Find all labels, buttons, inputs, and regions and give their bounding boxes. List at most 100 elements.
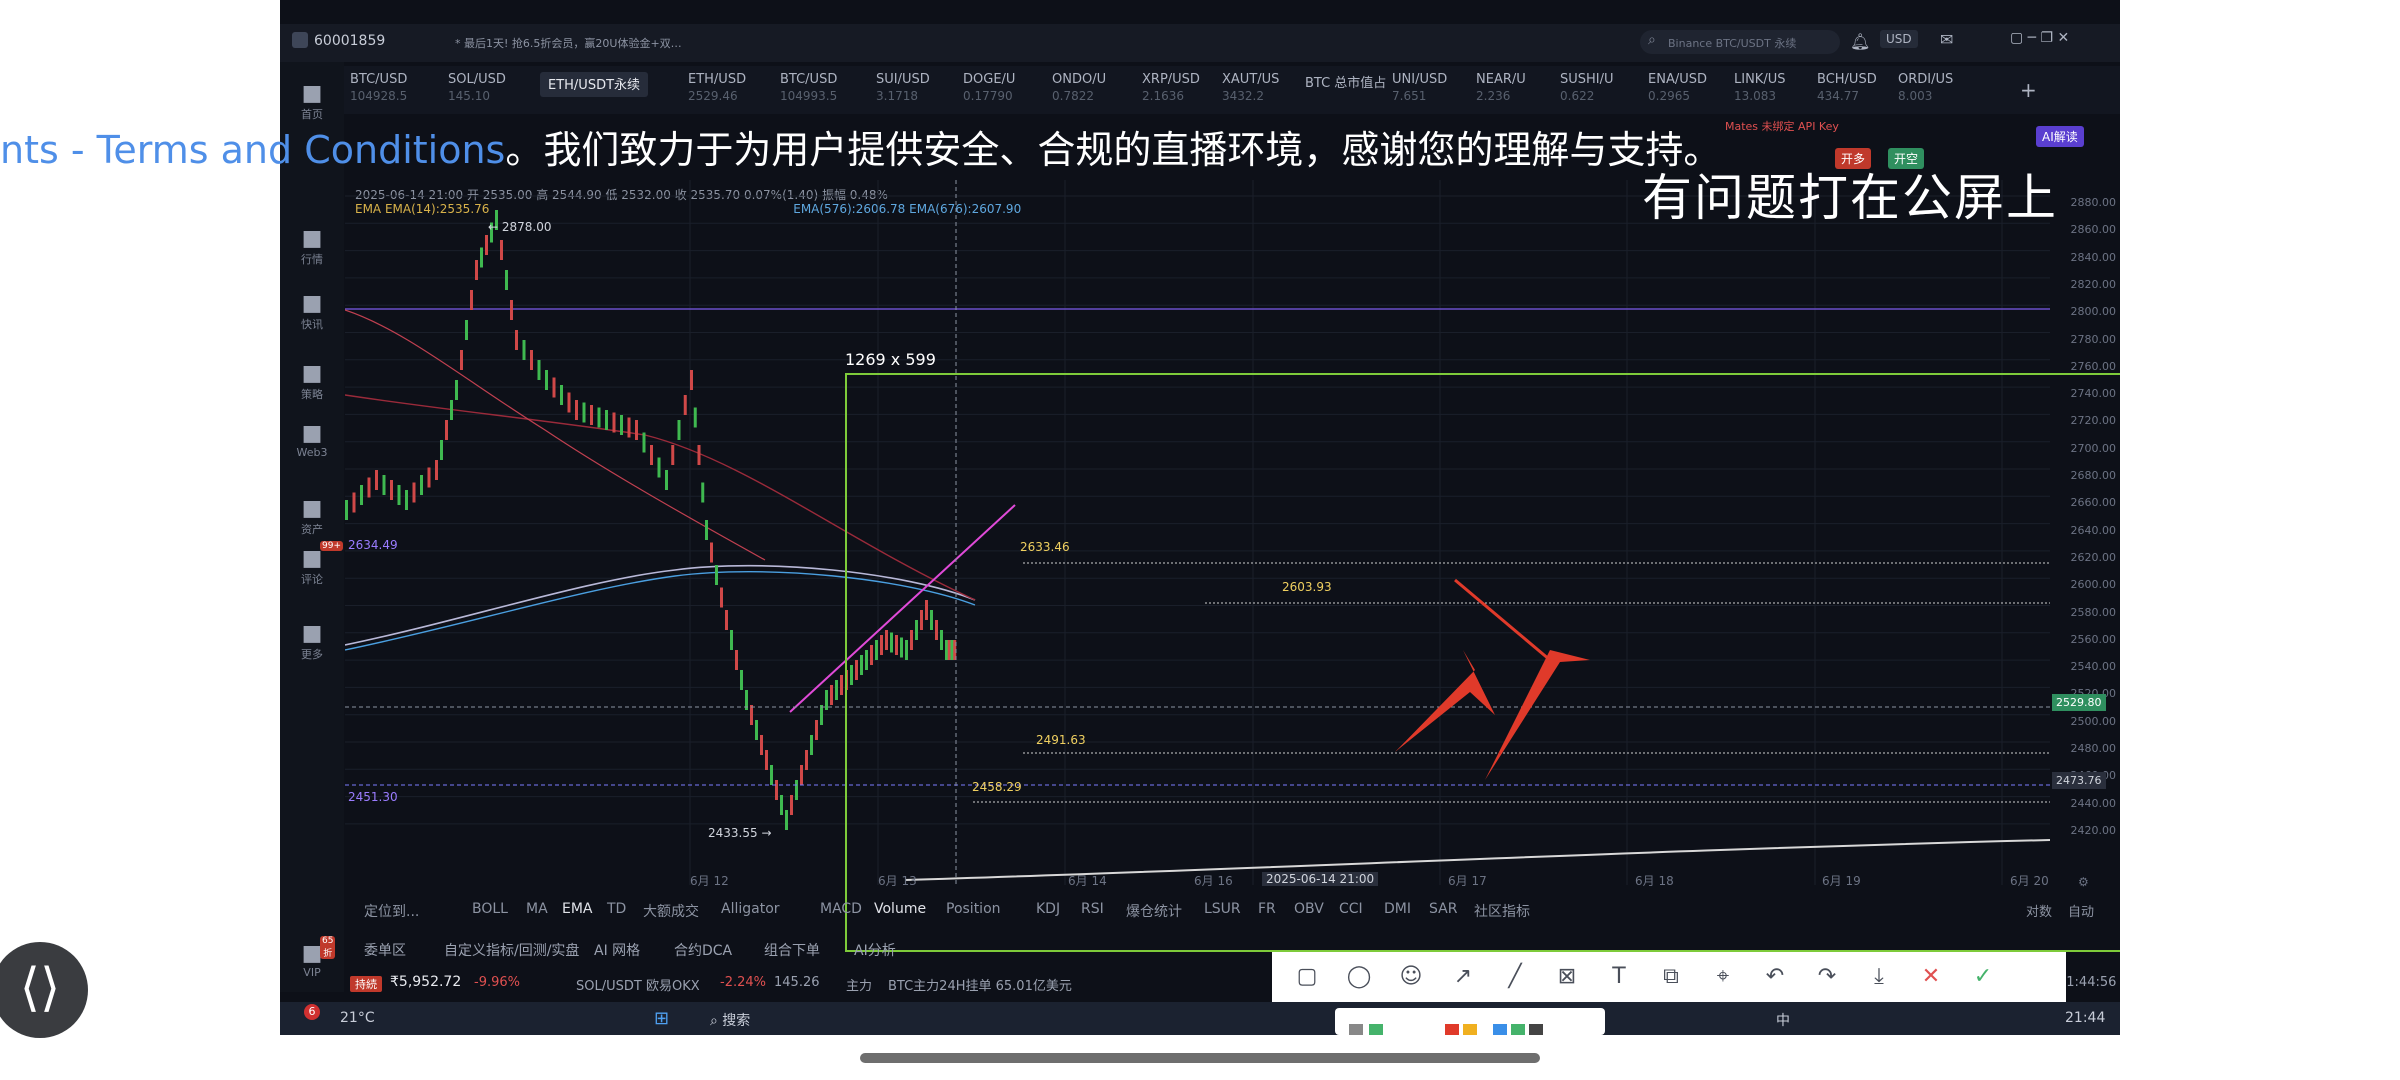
mail-icon[interactable]: ✉	[1940, 30, 1953, 49]
undo-icon[interactable]: ↶	[1760, 962, 1790, 992]
tab-8[interactable]: XRP/USD 2.1636	[1142, 72, 1200, 103]
tab-1[interactable]: SOL/USD 145.10	[448, 72, 506, 103]
indicator-0[interactable]: 定位到...	[364, 901, 419, 921]
tab-17[interactable]: ORDI/US 8.003	[1898, 72, 1953, 103]
sidebar-item-8[interactable]: ■ VIP 65折	[292, 936, 336, 979]
promo-text[interactable]: * 最后1天! 抢6.5折会员，赢20U体验金+双…	[455, 35, 682, 51]
color-palette[interactable]	[1335, 1008, 1605, 1035]
window-controls[interactable]: ▢ ─ ❐ ✕	[2010, 30, 2069, 46]
tab-6[interactable]: DOGE/U 0.17790	[963, 72, 1015, 103]
indicator-17[interactable]: DMI	[1384, 901, 1411, 917]
bottom-tab-3[interactable]: 合约DCA	[674, 940, 732, 960]
circle-icon[interactable]: ◯	[1344, 962, 1374, 992]
indicator-15[interactable]: OBV	[1294, 901, 1324, 917]
sidebar-item-3[interactable]: ■ 策略	[292, 362, 332, 402]
bottom-tab-5[interactable]: AI分析	[854, 940, 896, 960]
weather-temp[interactable]: 21°C	[340, 1010, 375, 1026]
log-scale-toggle[interactable]: 对数	[2026, 901, 2052, 920]
share-icon[interactable]: ↷	[1812, 962, 1842, 992]
indicator-12[interactable]: 爆仓统计	[1126, 901, 1182, 921]
tab-11[interactable]: UNI/USD 7.651	[1392, 72, 1447, 103]
sidebar-item-1[interactable]: ■ 行情	[292, 227, 332, 267]
terms-link[interactable]: nts - Terms and Conditions	[0, 128, 505, 172]
indicator-16[interactable]: CCI	[1339, 901, 1363, 917]
taskbar-search[interactable]: ⌕ 搜索	[710, 1010, 750, 1030]
time-axis[interactable]: 6月 12 6月 13 6月 14 2025-06-14 21:00 6月 16 6月 1…	[344, 872, 2060, 890]
indicator-7[interactable]: MACD	[820, 901, 862, 917]
indicator-2[interactable]: MA	[526, 901, 548, 917]
back-button[interactable]: ⟨⟩	[0, 942, 88, 1038]
gear-icon[interactable]: ⚙	[2078, 875, 2089, 889]
rectangle-icon[interactable]: ▢	[1292, 962, 1322, 992]
indicator-5[interactable]: 大额成交	[643, 901, 699, 921]
price-axis[interactable]: 2880.00 2860.00 2840.00 2820.00 2800.00 2780.…	[2060, 180, 2120, 900]
indicator-18[interactable]: SAR	[1429, 901, 1457, 917]
bottom-tab-0[interactable]: 委单区	[364, 940, 406, 960]
windows-start-icon[interactable]: ⊞	[654, 1008, 669, 1029]
indicator-6[interactable]: Alligator	[721, 901, 780, 917]
sidebar-item-2[interactable]: ■ 快讯	[292, 292, 332, 332]
bell-icon[interactable]: 🔔︎	[1850, 32, 1870, 51]
confirm-icon[interactable]: ✓	[1968, 962, 1998, 992]
swatch[interactable]	[1493, 1024, 1507, 1035]
emoji-icon[interactable]: ☺	[1396, 962, 1426, 992]
indicator-4[interactable]: TD	[607, 901, 626, 917]
indicator-3[interactable]: EMA	[562, 901, 593, 917]
main-text[interactable]: BTC主力24H挂单 65.01亿美元	[888, 975, 1072, 994]
tab-13[interactable]: SUSHI/U 0.622	[1560, 72, 1614, 103]
sidebar-item-4[interactable]: ■ Web3	[292, 422, 332, 460]
tab-9[interactable]: XAUT/US 3432.2	[1222, 72, 1279, 103]
tab-12[interactable]: NEAR/U 2.236	[1476, 72, 1526, 103]
swatch[interactable]	[1369, 1024, 1383, 1035]
indicator-11[interactable]: RSI	[1081, 901, 1104, 917]
currency-select[interactable]: USD	[1880, 30, 1918, 48]
auto-scale-toggle[interactable]: 自动	[2068, 901, 2094, 920]
indicator-19[interactable]: 社区指标	[1474, 901, 1530, 921]
pair-name[interactable]: SOL/USDT 欧易OKX	[576, 975, 700, 994]
arrow-icon[interactable]: ↗	[1448, 962, 1478, 992]
swatch[interactable]	[1349, 1024, 1363, 1035]
swatch[interactable]	[1529, 1024, 1543, 1035]
indicator-9[interactable]: Position	[946, 901, 1001, 917]
close-icon[interactable]: ✕	[1916, 962, 1946, 992]
tab-16[interactable]: BCH/USD 434.77	[1817, 72, 1877, 103]
bottom-tab-4[interactable]: 组合下单	[764, 940, 820, 960]
search-input[interactable]: ⌕ Binance BTC/USDT 永续	[1640, 30, 1840, 54]
screenshot-selection-box[interactable]	[845, 373, 2120, 952]
indicator-8[interactable]: Volume	[874, 901, 926, 917]
candle	[560, 385, 563, 405]
tab-5[interactable]: SUI/USD 3.1718	[876, 72, 930, 103]
sidebar-item-7[interactable]: ■ 更多	[292, 622, 332, 662]
indicator-14[interactable]: FR	[1258, 901, 1276, 917]
mosaic-icon[interactable]: ⊠	[1552, 962, 1582, 992]
tab-15[interactable]: LINK/US 13.083	[1734, 72, 1785, 103]
indicator-1[interactable]: BOLL	[472, 901, 508, 917]
download-icon[interactable]: ⤓	[1864, 962, 1894, 992]
swatch[interactable]	[1445, 1024, 1459, 1035]
ai-interpret-button[interactable]: AI解读	[2036, 126, 2084, 147]
sidebar-item-5[interactable]: ■ 资产	[292, 497, 332, 537]
ime-indicator[interactable]: 中	[1776, 1010, 1790, 1030]
swatch[interactable]	[1511, 1024, 1525, 1035]
bottom-tab-2[interactable]: AI 网格	[594, 940, 640, 960]
copy-icon[interactable]: ⧉	[1656, 962, 1686, 992]
indicator-13[interactable]: LSUR	[1204, 901, 1241, 917]
tab-4[interactable]: BTC/USD 104993.5	[780, 72, 837, 103]
tab-2[interactable]: ETH/USDT永续	[540, 72, 649, 97]
tab-7[interactable]: ONDO/U 0.7822	[1052, 72, 1106, 103]
sidebar-item-0[interactable]: ■ 首页	[292, 82, 332, 122]
text-icon[interactable]: T	[1604, 962, 1634, 992]
indicator-10[interactable]: KDJ	[1036, 901, 1060, 917]
add-tab-button[interactable]: +	[2020, 78, 2037, 102]
line-icon[interactable]: ╱	[1500, 962, 1530, 992]
swatch[interactable]	[1463, 1024, 1477, 1035]
home-indicator[interactable]	[860, 1053, 1540, 1063]
sidebar-item-6[interactable]: ■ 评论 99+	[292, 541, 343, 587]
tab-0[interactable]: BTC/USD 104928.5	[350, 72, 407, 103]
api-key-notice[interactable]: Mates 未绑定 API Key	[1725, 118, 2025, 136]
tab-14[interactable]: ENA/USD 0.2965	[1648, 72, 1707, 103]
tab-10[interactable]: BTC 总市值占	[1305, 72, 1386, 93]
tab-3[interactable]: ETH/USD 2529.46	[688, 72, 746, 103]
bottom-tab-1[interactable]: 自定义指标/回测/实盘	[444, 940, 579, 960]
crop-icon[interactable]: ⌖	[1708, 962, 1738, 992]
